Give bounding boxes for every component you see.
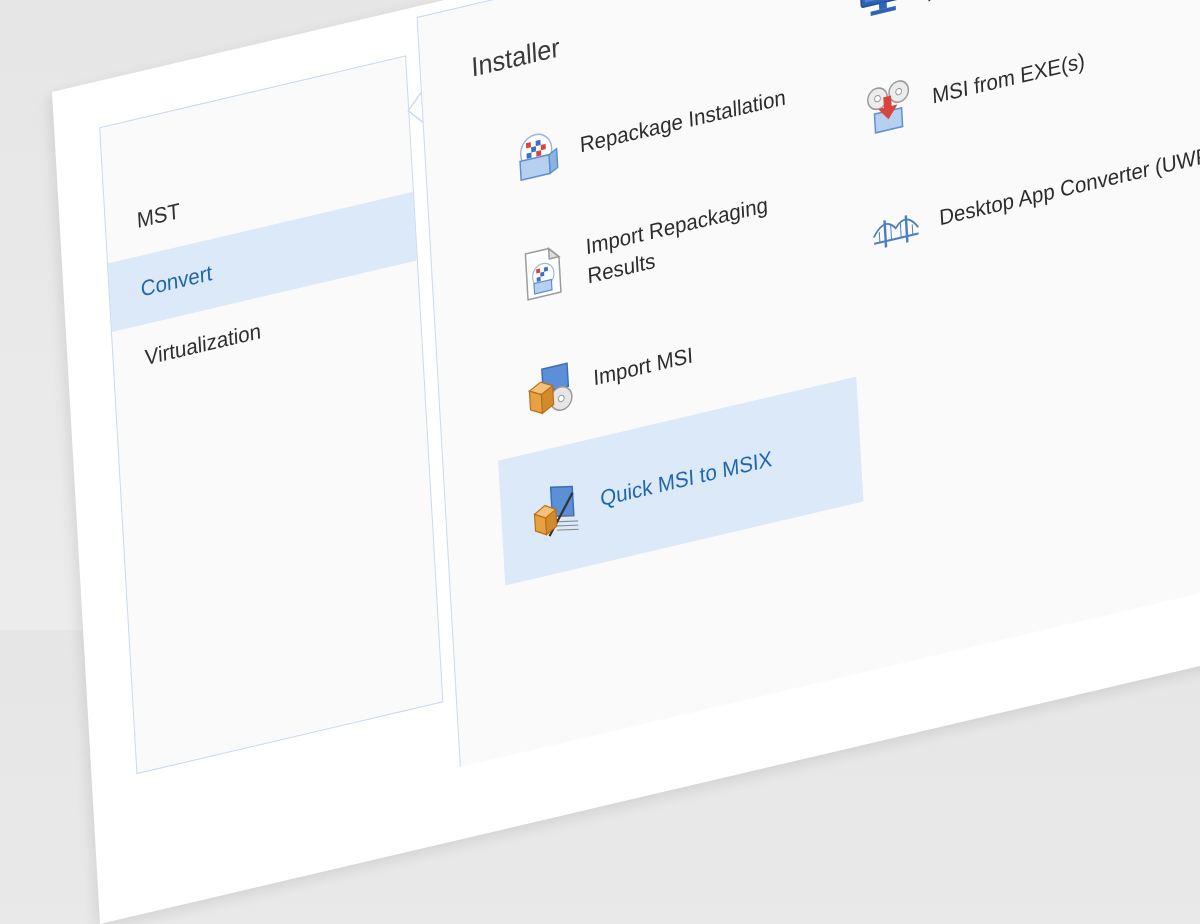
quick-msi-to-msix-icon (533, 485, 579, 537)
nav-item-label: MST (136, 199, 181, 234)
section-title: Installer (470, 31, 561, 84)
main-content: Installer Repackage Installation Import … (416, 0, 1200, 767)
repackager-session-monitoring-icon (859, 0, 905, 16)
desktop-app-converter-icon (872, 215, 919, 248)
tile-label: Quick MSI to MSIX (599, 447, 773, 512)
tile-label: Repackage Installation (579, 85, 787, 158)
import-msi-icon (528, 362, 573, 415)
tile-label: Import Repackaging Results (585, 193, 769, 289)
msi-from-exe-icon (867, 80, 910, 134)
category-nav: MST Convert Virtualization (99, 55, 444, 775)
import-repackaging-results-icon (524, 246, 562, 301)
tile-label: Import MSI (592, 343, 694, 391)
nav-item-label: Virtualization (144, 319, 262, 371)
tile-label: MSI from EXE(s) (931, 49, 1086, 109)
tile-label: Desktop App Converter (UWP) (938, 141, 1200, 231)
nav-item-label: Convert (140, 261, 213, 302)
app-window: MST Convert Virtualization Installer Rep… (52, 0, 1200, 924)
repackage-installation-icon (519, 133, 559, 182)
